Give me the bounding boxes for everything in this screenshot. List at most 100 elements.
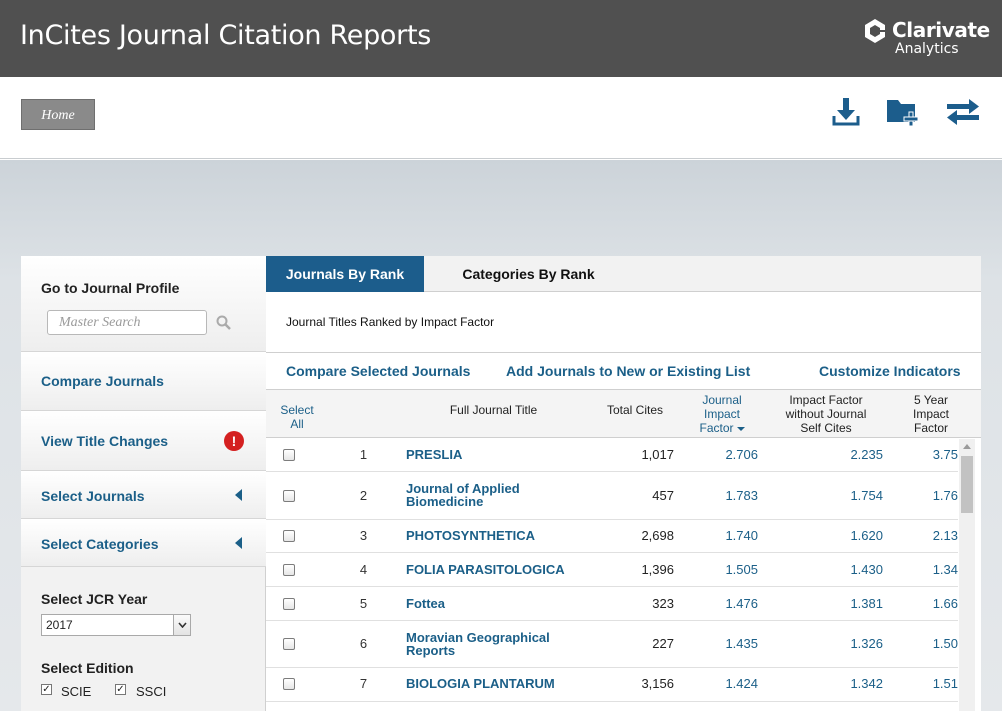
sort-desc-icon xyxy=(736,426,745,431)
five-year-cell[interactable]: 1.34 xyxy=(906,562,958,577)
jif-cell[interactable]: 1.476 xyxy=(691,596,758,611)
total-cites-cell: 1,017 xyxy=(641,447,674,462)
y5-line2: Impact xyxy=(912,407,949,421)
compare-journals-label: Compare Journals xyxy=(41,373,164,389)
ifws-cell[interactable]: 1.754 xyxy=(806,488,883,503)
jcr-year-select[interactable]: 2017 xyxy=(41,614,191,636)
scroll-thumb[interactable] xyxy=(961,456,973,513)
journal-title-link[interactable]: Fottea xyxy=(406,597,576,610)
journal-profile-section: Go to Journal Profile Master Search xyxy=(21,256,266,352)
five-year-header[interactable]: 5 Year Impact Factor xyxy=(901,393,961,435)
jif-cell[interactable]: 1.783 xyxy=(691,488,758,503)
ifws-cell[interactable]: 1.430 xyxy=(806,562,883,577)
compare-selected-link[interactable]: Compare Selected Journals xyxy=(286,363,470,379)
total-cites-cell: 3,156 xyxy=(641,676,674,691)
five-year-cell[interactable]: 2.13 xyxy=(906,528,958,543)
app-header: InCites Journal Citation Reports Clariva… xyxy=(0,0,1002,77)
ifws-cell[interactable]: 1.326 xyxy=(806,636,883,651)
table-row: 2 Journal of Applied Biomedicine 457 1.7… xyxy=(266,472,958,520)
row-checkbox[interactable] xyxy=(283,638,295,650)
rank-cell: 2 xyxy=(359,488,368,503)
journal-title-link[interactable]: PRESLIA xyxy=(406,448,576,461)
tab-categories-by-rank[interactable]: Categories By Rank xyxy=(441,256,616,292)
add-to-list-link[interactable]: Add Journals to New or Existing List xyxy=(506,363,750,379)
ifws-cell[interactable]: 1.620 xyxy=(806,528,883,543)
customize-indicators-link[interactable]: Customize Indicators xyxy=(819,363,961,379)
profile-heading: Go to Journal Profile xyxy=(41,280,180,296)
chevron-down-icon xyxy=(178,622,187,628)
y5-line3: Factor xyxy=(913,421,948,435)
table-row: 4 FOLIA PARASITOLOGICA 1,396 1.505 1.430… xyxy=(266,553,958,587)
table-scrollbar[interactable] xyxy=(959,439,975,711)
select-journals-toggle[interactable]: Select Journals xyxy=(21,471,266,519)
select-categories-label: Select Categories xyxy=(41,536,159,552)
ifws-cell[interactable]: 1.342 xyxy=(806,676,883,691)
five-year-cell[interactable]: 3.75 xyxy=(906,447,958,462)
table-row: 3 PHOTOSYNTHETICA 2,698 1.740 1.620 2.13 xyxy=(266,520,958,553)
table-row: 6 Moravian Geographical Reports 227 1.43… xyxy=(266,621,958,668)
rank-cell: 3 xyxy=(359,528,368,543)
ifws-cell[interactable]: 2.235 xyxy=(806,447,883,462)
rank-cell: 6 xyxy=(359,636,368,651)
brand-name: Clarivate xyxy=(892,18,990,42)
table-header: Select All Full Journal Title Total Cite… xyxy=(266,390,981,438)
table-row: 7 BIOLOGIA PLANTARUM 3,156 1.424 1.342 1… xyxy=(266,668,958,702)
ssci-checkbox[interactable]: ✓ xyxy=(115,684,126,695)
compare-journals-link[interactable]: Compare Journals xyxy=(21,352,266,411)
total-cites-cell: 227 xyxy=(652,636,674,651)
jif-cell[interactable]: 1.424 xyxy=(691,676,758,691)
jcr-year-value: 2017 xyxy=(46,618,73,632)
select-categories-toggle[interactable]: Select Categories xyxy=(21,519,266,567)
ifws-line1: Impact Factor xyxy=(789,393,863,407)
search-icon[interactable] xyxy=(216,315,231,330)
table-row: 5 Fottea 323 1.476 1.381 1.66 xyxy=(266,587,958,621)
rank-cell: 1 xyxy=(359,447,368,462)
journal-title-link[interactable]: BIOLOGIA PLANTARUM xyxy=(406,677,596,690)
jif-cell[interactable]: 1.505 xyxy=(691,562,758,577)
ifws-cell[interactable]: 1.381 xyxy=(806,596,883,611)
jif-line1: Journal xyxy=(702,393,742,407)
main-panel: Journals By Rank Categories By Rank Jour… xyxy=(266,256,981,711)
jif-header[interactable]: Journal Impact Factor xyxy=(686,393,758,435)
master-search-input[interactable]: Master Search xyxy=(47,310,207,335)
journal-title-link[interactable]: FOLIA PARASITOLOGICA xyxy=(406,563,596,576)
view-title-changes-link[interactable]: View Title Changes ! xyxy=(21,411,266,471)
total-cites-header[interactable]: Total Cites xyxy=(596,403,674,417)
home-button[interactable]: Home xyxy=(21,99,95,130)
add-folder-icon[interactable] xyxy=(885,96,921,128)
row-checkbox[interactable] xyxy=(283,678,295,690)
jif-cell[interactable]: 1.740 xyxy=(691,528,758,543)
five-year-cell[interactable]: 1.50 xyxy=(906,636,958,651)
title-changes-label: View Title Changes xyxy=(41,433,169,449)
row-checkbox[interactable] xyxy=(283,530,295,542)
title-header[interactable]: Full Journal Title xyxy=(426,403,561,417)
row-checkbox[interactable] xyxy=(283,564,295,576)
tab-journals-by-rank[interactable]: Journals By Rank xyxy=(266,256,424,292)
row-checkbox[interactable] xyxy=(283,449,295,461)
journal-title-link[interactable]: Journal of Applied Biomedicine xyxy=(406,482,556,508)
action-bar: Compare Selected Journals Add Journals t… xyxy=(266,353,981,389)
journal-title-link[interactable]: Moravian Geographical Reports xyxy=(406,631,566,657)
total-cites-cell: 323 xyxy=(652,596,674,611)
select-all-header[interactable]: Select All xyxy=(272,403,322,431)
five-year-cell[interactable]: 1.76 xyxy=(906,488,958,503)
jif-cell[interactable]: 2.706 xyxy=(691,447,758,462)
jif-line3: Factor xyxy=(699,421,734,435)
row-checkbox[interactable] xyxy=(283,598,295,610)
ifws-header[interactable]: Impact Factor without Journal Self Cites xyxy=(773,393,879,435)
row-checkbox[interactable] xyxy=(283,490,295,502)
tab-bar: Journals By Rank Categories By Rank xyxy=(266,256,981,292)
clarivate-logo[interactable]: Clarivate Analytics xyxy=(862,16,990,60)
switch-arrows-icon[interactable] xyxy=(945,96,981,128)
download-icon[interactable] xyxy=(828,96,864,128)
five-year-cell[interactable]: 1.66 xyxy=(906,596,958,611)
ifws-line2: without Journal xyxy=(785,407,867,421)
five-year-cell[interactable]: 1.51 xyxy=(906,676,958,691)
ssci-label: SSCI xyxy=(136,684,167,699)
journal-title-link[interactable]: PHOTOSYNTHETICA xyxy=(406,529,576,542)
alert-icon: ! xyxy=(224,431,244,451)
dropdown-button[interactable] xyxy=(173,615,190,635)
jif-cell[interactable]: 1.435 xyxy=(691,636,758,651)
scie-checkbox[interactable]: ✓ xyxy=(41,684,52,695)
scroll-up-icon[interactable] xyxy=(963,444,971,449)
